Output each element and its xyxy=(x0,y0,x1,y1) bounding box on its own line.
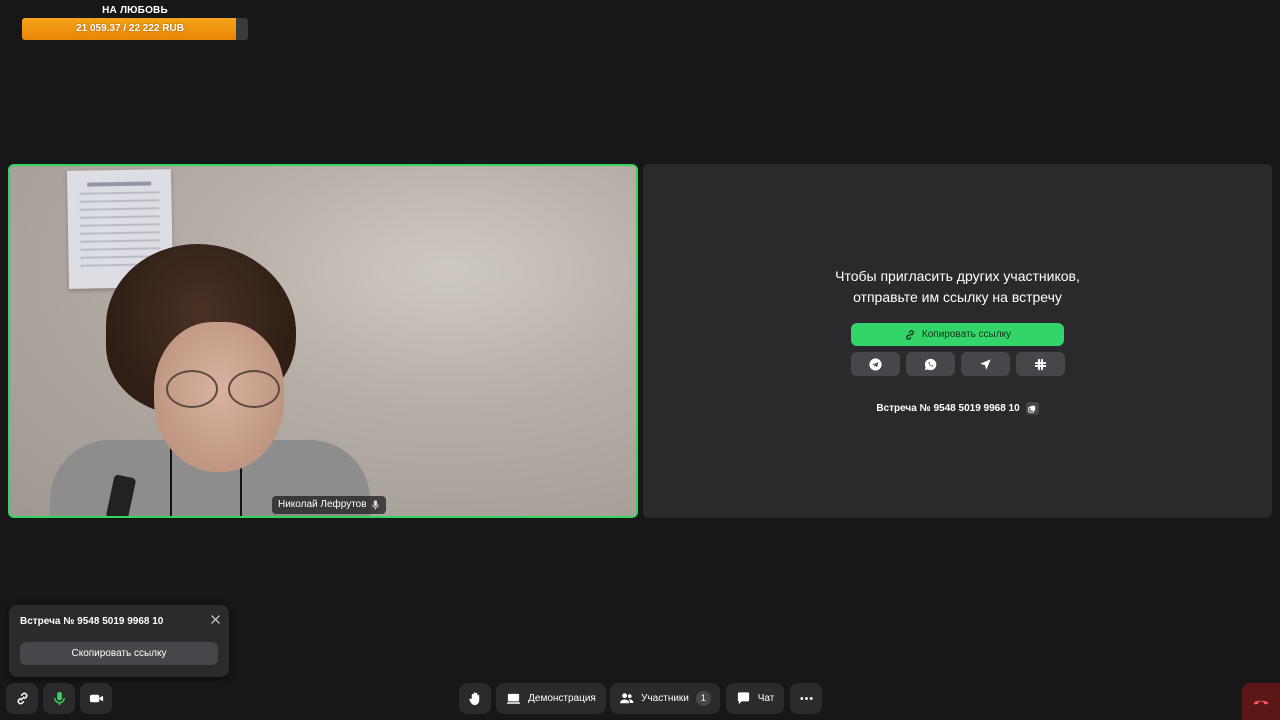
invite-title-line-1: Чтобы пригласить других участников, xyxy=(835,268,1080,284)
participants-label: Участники xyxy=(641,693,689,704)
camera-button[interactable] xyxy=(80,683,112,714)
microphone-button[interactable] xyxy=(43,683,75,714)
share-slack-button[interactable] xyxy=(1016,352,1065,376)
meeting-number-row: Встреча № 9548 5019 9968 10 xyxy=(643,402,1272,415)
mic-icon xyxy=(371,500,379,510)
mic-icon xyxy=(53,691,65,706)
share-send-button[interactable] xyxy=(961,352,1010,376)
invite-panel: Чтобы пригласить других участников, отпр… xyxy=(643,164,1272,518)
share-telegram-button[interactable] xyxy=(851,352,900,376)
meeting-number: Встреча № 9548 5019 9968 10 xyxy=(876,403,1020,414)
slack-icon xyxy=(1034,358,1047,370)
hand-icon xyxy=(468,692,479,706)
participants-count-badge: 1 xyxy=(695,691,711,706)
participants-button[interactable]: Участники 1 xyxy=(610,683,720,714)
popup-copy-link-button[interactable]: Скопировать ссылку xyxy=(20,642,218,665)
close-icon xyxy=(210,614,220,624)
more-options-button[interactable] xyxy=(790,683,822,714)
camera-icon xyxy=(89,694,103,703)
participant-name: Николай Лефрутов xyxy=(278,499,367,510)
send-icon xyxy=(980,358,991,370)
donation-progress-bar: 21 059.37 / 22 222 RUB xyxy=(22,18,248,40)
chat-label: Чат xyxy=(757,693,775,704)
chat-button[interactable]: Чат xyxy=(726,683,784,714)
copy-meeting-number-button[interactable] xyxy=(1025,402,1039,415)
share-buttons xyxy=(851,352,1065,376)
telegram-icon xyxy=(869,357,882,371)
chat-icon xyxy=(737,692,749,705)
donation-amount: 21 059.37 / 22 222 RUB xyxy=(76,23,184,34)
invite-link-button[interactable] xyxy=(6,683,38,714)
link-icon xyxy=(17,692,27,705)
participant-name-label: Николай Лефрутов xyxy=(272,496,386,514)
donation-widget: НА ЛЮБОВЬ 21 059.37 / 22 222 RUB xyxy=(22,4,248,40)
more-icon xyxy=(799,697,813,700)
popup-close-button[interactable] xyxy=(209,613,221,625)
copy-link-button[interactable]: Копировать ссылку xyxy=(851,323,1064,346)
copy-link-label: Копировать ссылку xyxy=(921,329,1012,340)
leave-call-button[interactable] xyxy=(1242,683,1280,720)
raise-hand-button[interactable] xyxy=(459,683,491,714)
screen-share-label: Демонстрация xyxy=(528,693,596,704)
meeting-info-popup: Встреча № 9548 5019 9968 10 Скопировать … xyxy=(9,605,229,677)
participant-video-tile[interactable]: Николай Лефрутов xyxy=(8,164,638,518)
participants-icon xyxy=(620,693,634,704)
popup-meeting-number: Встреча № 9548 5019 9968 10 xyxy=(20,616,164,627)
participant-camera-image xyxy=(50,244,370,516)
whatsapp-icon xyxy=(924,358,937,370)
hangup-icon xyxy=(1254,700,1268,704)
invite-title-line-2: отправьте им ссылку на встречу xyxy=(853,289,1062,305)
copy-icon xyxy=(1028,405,1036,413)
screen-share-icon xyxy=(507,693,521,704)
link-icon xyxy=(905,329,914,340)
share-whatsapp-button[interactable] xyxy=(906,352,955,376)
donation-title: НА ЛЮБОВЬ xyxy=(102,5,168,16)
invite-title: Чтобы пригласить других участников, отпр… xyxy=(643,266,1272,308)
screen-share-button[interactable]: Демонстрация xyxy=(496,683,606,714)
